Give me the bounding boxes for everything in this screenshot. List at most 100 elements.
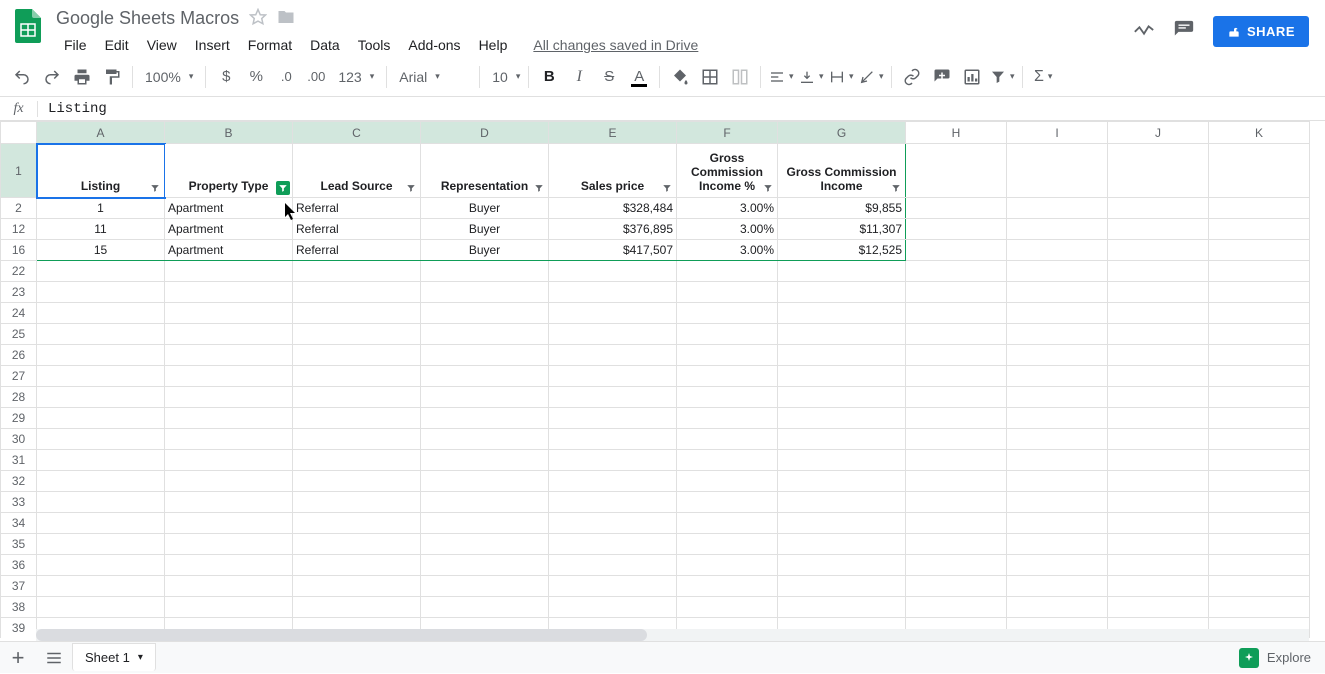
cell-D34[interactable] (421, 513, 549, 534)
cell-F32[interactable] (677, 471, 778, 492)
cell-H25[interactable] (906, 324, 1007, 345)
cell-E27[interactable] (549, 366, 677, 387)
cell-I26[interactable] (1007, 345, 1108, 366)
col-header-I[interactable]: I (1007, 122, 1108, 144)
cell-I28[interactable] (1007, 387, 1108, 408)
col-header-K[interactable]: K (1209, 122, 1310, 144)
cell-I22[interactable] (1007, 261, 1108, 282)
cell-G23[interactable] (778, 282, 906, 303)
cell-E2[interactable]: $328,484 (549, 198, 677, 219)
cell-A32[interactable] (37, 471, 165, 492)
cell-B37[interactable] (165, 576, 293, 597)
cell-C25[interactable] (293, 324, 421, 345)
share-button[interactable]: SHARE (1213, 16, 1309, 47)
menu-format[interactable]: Format (240, 33, 300, 57)
cell-A12[interactable]: 11 (37, 219, 165, 240)
row-header-25[interactable]: 25 (1, 324, 37, 345)
cell-H23[interactable] (906, 282, 1007, 303)
cell-A26[interactable] (37, 345, 165, 366)
cell-D36[interactable] (421, 555, 549, 576)
cell-D23[interactable] (421, 282, 549, 303)
cell-F31[interactable] (677, 450, 778, 471)
cell-J31[interactable] (1108, 450, 1209, 471)
cell-D37[interactable] (421, 576, 549, 597)
cell-D38[interactable] (421, 597, 549, 618)
cell-F37[interactable] (677, 576, 778, 597)
halign-button[interactable] (767, 63, 795, 91)
cell-B33[interactable] (165, 492, 293, 513)
increase-decimal-button[interactable]: .00 (302, 63, 330, 91)
bold-button[interactable]: B (535, 63, 563, 91)
cell-G26[interactable] (778, 345, 906, 366)
filter-icon[interactable] (761, 181, 775, 195)
cell-F27[interactable] (677, 366, 778, 387)
cell-D25[interactable] (421, 324, 549, 345)
cell-K37[interactable] (1209, 576, 1310, 597)
cell-G22[interactable] (778, 261, 906, 282)
cell-K25[interactable] (1209, 324, 1310, 345)
cell-H2[interactable] (906, 198, 1007, 219)
cell-J35[interactable] (1108, 534, 1209, 555)
row-header-24[interactable]: 24 (1, 303, 37, 324)
cell-G38[interactable] (778, 597, 906, 618)
cell-B23[interactable] (165, 282, 293, 303)
cell-J37[interactable] (1108, 576, 1209, 597)
cell-E36[interactable] (549, 555, 677, 576)
cell-H12[interactable] (906, 219, 1007, 240)
row-header-32[interactable]: 32 (1, 471, 37, 492)
cell-I37[interactable] (1007, 576, 1108, 597)
cell-I30[interactable] (1007, 429, 1108, 450)
explore-button[interactable]: Explore (1225, 648, 1325, 668)
col-header-J[interactable]: J (1108, 122, 1209, 144)
cell-D33[interactable] (421, 492, 549, 513)
cell-E26[interactable] (549, 345, 677, 366)
cell-F23[interactable] (677, 282, 778, 303)
cell-I24[interactable] (1007, 303, 1108, 324)
cell-B29[interactable] (165, 408, 293, 429)
italic-button[interactable]: I (565, 63, 593, 91)
cell-E24[interactable] (549, 303, 677, 324)
cell-D16[interactable]: Buyer (421, 240, 549, 261)
cell-H22[interactable] (906, 261, 1007, 282)
cell-K2[interactable] (1209, 198, 1310, 219)
cell-C24[interactable] (293, 303, 421, 324)
cell-G32[interactable] (778, 471, 906, 492)
cell-I25[interactable] (1007, 324, 1108, 345)
cell-G37[interactable] (778, 576, 906, 597)
menu-addons[interactable]: Add-ons (400, 33, 468, 57)
cell-E12[interactable]: $376,895 (549, 219, 677, 240)
menu-help[interactable]: Help (471, 33, 516, 57)
cell-J29[interactable] (1108, 408, 1209, 429)
row-header-1[interactable]: 1 (1, 144, 37, 198)
filter-button[interactable] (988, 63, 1016, 91)
cell-F25[interactable] (677, 324, 778, 345)
cell-B1[interactable]: Property Type (165, 144, 293, 198)
menu-view[interactable]: View (139, 33, 185, 57)
cell-F36[interactable] (677, 555, 778, 576)
cell-K36[interactable] (1209, 555, 1310, 576)
cell-J2[interactable] (1108, 198, 1209, 219)
cell-I2[interactable] (1007, 198, 1108, 219)
cell-E16[interactable]: $417,507 (549, 240, 677, 261)
cell-A27[interactable] (37, 366, 165, 387)
cell-J12[interactable] (1108, 219, 1209, 240)
row-header-27[interactable]: 27 (1, 366, 37, 387)
cell-J28[interactable] (1108, 387, 1209, 408)
cell-D30[interactable] (421, 429, 549, 450)
cell-B24[interactable] (165, 303, 293, 324)
sheet-tab[interactable]: Sheet 1 ▾ (72, 643, 156, 671)
undo-button[interactable] (8, 63, 36, 91)
cell-C31[interactable] (293, 450, 421, 471)
row-header-23[interactable]: 23 (1, 282, 37, 303)
formula-input[interactable]: Listing (38, 101, 1325, 117)
cell-C22[interactable] (293, 261, 421, 282)
cell-B28[interactable] (165, 387, 293, 408)
cell-A25[interactable] (37, 324, 165, 345)
cell-I23[interactable] (1007, 282, 1108, 303)
cell-G27[interactable] (778, 366, 906, 387)
cell-F35[interactable] (677, 534, 778, 555)
cell-C26[interactable] (293, 345, 421, 366)
col-header-H[interactable]: H (906, 122, 1007, 144)
cell-H32[interactable] (906, 471, 1007, 492)
menu-data[interactable]: Data (302, 33, 348, 57)
